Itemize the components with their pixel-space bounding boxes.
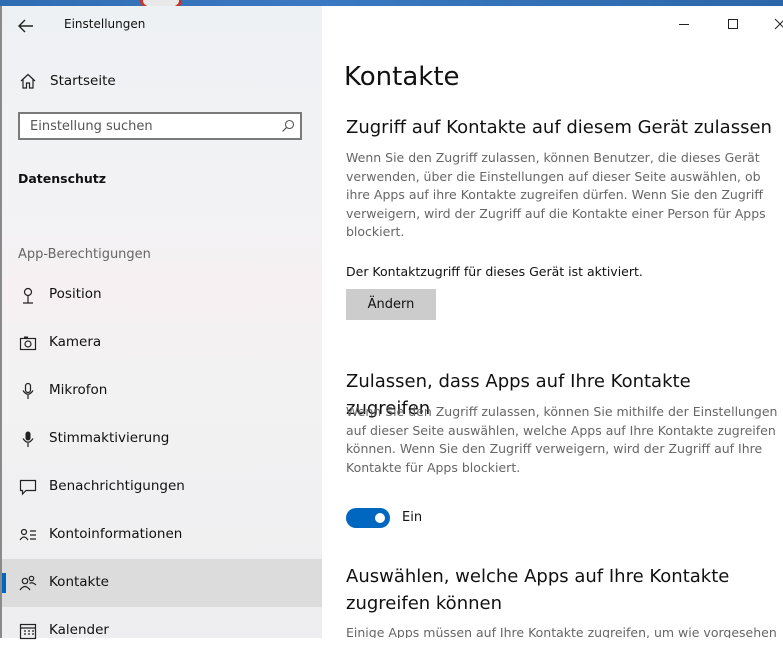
page-title: Kontakte	[344, 62, 460, 92]
window-border	[0, 6, 2, 638]
change-button[interactable]: Ändern	[346, 289, 436, 320]
app-access-description: Wenn Sie den Zugriff zulassen, können Si…	[346, 404, 778, 475]
sidebar-item-label: Startseite	[50, 73, 116, 89]
choose-apps-heading: Auswählen, welche Apps auf Ihre Kontakte…	[346, 566, 730, 614]
main-content: Kontakte Zugriff auf Kontakte auf diesem…	[322, 6, 783, 638]
group-label: App-Berechtigungen	[18, 247, 151, 262]
microphone-icon	[22, 382, 34, 399]
voice-activation-icon	[22, 431, 34, 447]
sidebar-item-label: Kalender	[49, 622, 109, 638]
sidebar: Einstellungen Startseite Einstellung suc…	[0, 6, 322, 640]
sidebar-item-label: Kamera	[49, 334, 102, 350]
sidebar-item-label: Kontakte	[49, 574, 109, 590]
contacts-icon	[19, 575, 37, 591]
sidebar-item-label: Position	[49, 286, 102, 302]
sidebar-item-label: Benachrichtigungen	[49, 478, 185, 494]
sidebar-item-camera[interactable]: Kamera	[0, 319, 322, 367]
home-icon	[20, 73, 36, 89]
sidebar-item-voice-activation[interactable]: Stimmaktivierung	[0, 415, 322, 463]
section-title: Datenschutz	[18, 171, 107, 186]
calendar-icon	[19, 623, 37, 640]
sidebar-item-label: Stimmaktivierung	[49, 430, 170, 446]
toggle-knob	[375, 513, 385, 523]
choose-apps-description: Einige Apps müssen auf Ihre Kontakte zug…	[346, 625, 777, 638]
camera-icon	[19, 336, 37, 351]
device-access-heading: Zugriff auf Kontakte auf diesem Gerät zu…	[346, 117, 772, 138]
sidebar-item-home[interactable]: Startseite	[0, 66, 322, 96]
sidebar-item-position[interactable]: Position	[0, 271, 322, 319]
notifications-icon	[19, 479, 37, 496]
location-icon	[23, 287, 33, 304]
toggle-state-label: Ein	[402, 510, 423, 525]
search-icon[interactable]	[281, 119, 295, 133]
sidebar-item-contacts[interactable]: Kontakte	[0, 559, 322, 607]
sidebar-item-calendar[interactable]: Kalender	[0, 607, 322, 655]
back-arrow-icon[interactable]	[16, 16, 36, 36]
selection-indicator	[2, 573, 6, 593]
search-placeholder: Einstellung suchen	[30, 119, 153, 134]
sidebar-item-label: Kontoinformationen	[49, 526, 183, 542]
sidebar-item-account-info[interactable]: Kontoinformationen	[0, 511, 322, 559]
device-access-status: Der Kontaktzugriff für dieses Gerät ist …	[346, 264, 643, 279]
sidebar-item-microphone[interactable]: Mikrofon	[0, 367, 322, 415]
device-access-description: Wenn Sie den Zugriff zulassen, können Be…	[346, 150, 766, 239]
search-input[interactable]: Einstellung suchen	[18, 112, 302, 140]
sidebar-item-label: Mikrofon	[49, 382, 108, 398]
app-title: Einstellungen	[64, 17, 146, 31]
sidebar-item-notifications[interactable]: Benachrichtigungen	[0, 463, 322, 511]
account-info-icon	[19, 528, 36, 541]
app-access-toggle[interactable]	[346, 508, 390, 528]
